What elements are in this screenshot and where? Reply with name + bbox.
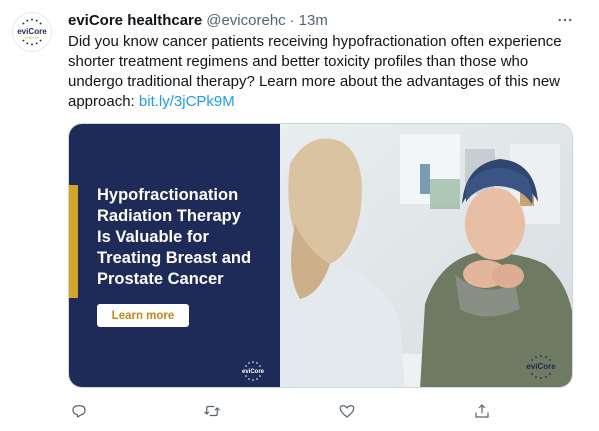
headline-line: Prostate Cancer xyxy=(97,270,224,288)
headline-line: Is Valuable for xyxy=(97,228,209,246)
more-horizontal-icon[interactable] xyxy=(553,8,577,32)
retweet-icon[interactable] xyxy=(201,400,223,422)
evicore-logo-icon: eviCore xyxy=(526,355,556,379)
card-logo-text: eviCore xyxy=(526,362,556,371)
evicore-logo-icon: eviCore xyxy=(242,361,265,381)
card-headline: Hypofractionation Radiation Therapy Is V… xyxy=(97,185,275,290)
action-bar xyxy=(68,400,568,422)
media-card[interactable]: Hypofractionation Radiation Therapy Is V… xyxy=(68,123,573,388)
headline-line: Hypofractionation xyxy=(97,186,239,204)
reply-icon[interactable] xyxy=(68,400,90,422)
evicore-logo-icon: eviCore healthcare xyxy=(17,18,47,46)
card-logo-text: eviCore xyxy=(242,369,265,375)
headline-line: Treating Breast and xyxy=(97,249,252,267)
card-photo xyxy=(280,124,572,387)
tweet[interactable]: eviCore healthcare eviCore healthcare @e… xyxy=(0,0,599,431)
timestamp[interactable]: 13m xyxy=(299,11,328,31)
separator: · xyxy=(289,12,295,29)
handle[interactable]: @evicorehc xyxy=(206,11,285,31)
share-icon[interactable] xyxy=(471,400,493,422)
avatar[interactable]: eviCore healthcare xyxy=(12,12,52,52)
display-name[interactable]: eviCore healthcare xyxy=(68,11,202,31)
avatar-logo-subtext: healthcare xyxy=(25,36,39,40)
tweet-link[interactable]: bit.ly/3jCPk9M xyxy=(139,93,235,110)
headline-line: Radiation Therapy xyxy=(97,207,241,225)
tweet-text: Did you know cancer patients receiving h… xyxy=(68,32,580,112)
card-text-panel: Hypofractionation Radiation Therapy Is V… xyxy=(69,124,280,387)
tweet-header: eviCore healthcare @evicorehc · 13m xyxy=(68,11,568,31)
heart-icon[interactable] xyxy=(336,400,358,422)
learn-more-button[interactable]: Learn more xyxy=(97,304,189,327)
avatar-logo-text: eviCore xyxy=(17,27,47,36)
accent-bar xyxy=(69,185,78,298)
